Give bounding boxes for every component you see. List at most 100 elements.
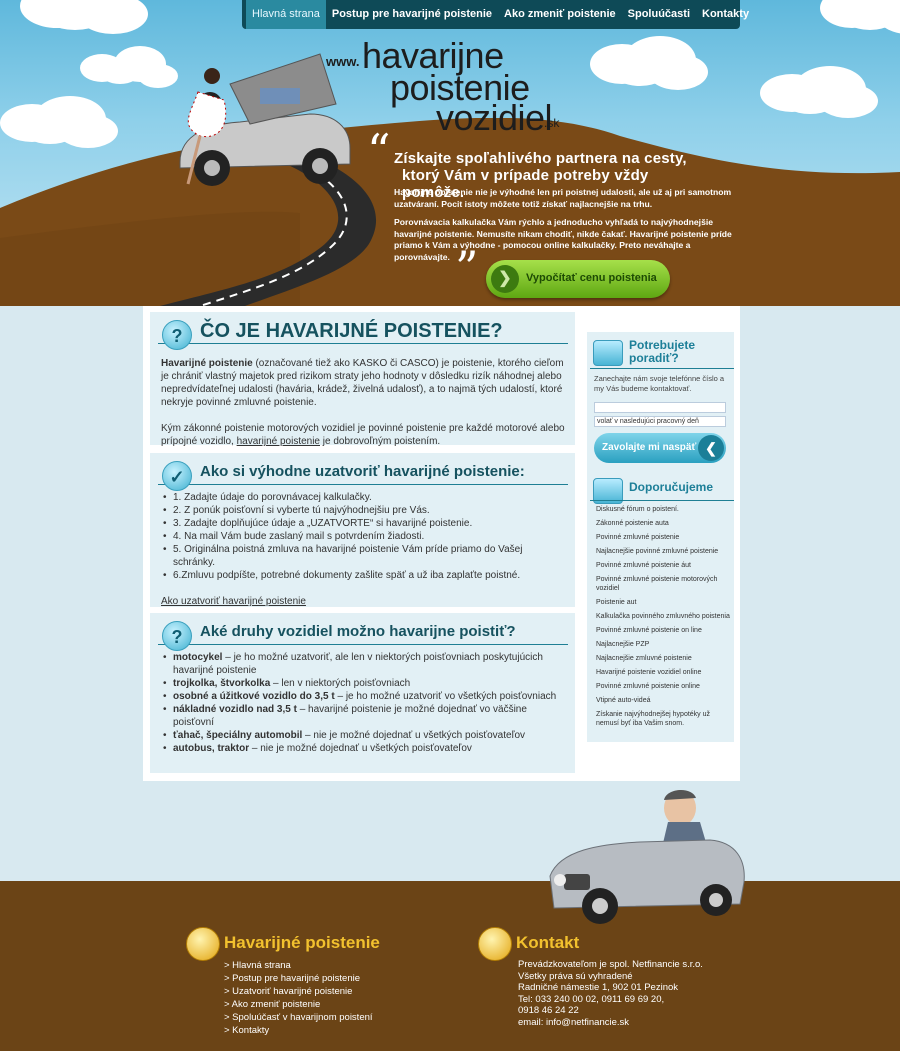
- advice-title-line-2: poradiť?: [629, 351, 679, 365]
- chevron-left-icon: ❮: [698, 435, 724, 461]
- vehicle-type: motocykel: [173, 652, 223, 663]
- recommended-links: Diskusné fórum o poistení. Zákonné poist…: [596, 502, 731, 730]
- cloud: [100, 60, 140, 84]
- recommended-link[interactable]: Povinné zmluvné poistenie: [596, 530, 731, 544]
- recommended-link[interactable]: Povinné zmluvné poistenie on line: [596, 623, 731, 637]
- recommended-link[interactable]: Najlacnejšie PZP: [596, 637, 731, 651]
- how-to-link-wrap: Ako uzatvoriť havarijné poistenie: [161, 595, 565, 608]
- recommended-link[interactable]: Diskusné fórum o poistení.: [596, 502, 731, 516]
- vehicle-type: nákladné vozidlo nad 3,5 t: [173, 704, 297, 715]
- call-time-value: volať v nasledujúci pracovný deň: [597, 418, 699, 425]
- footer-title-insurance: Havarijné poistenie: [224, 933, 380, 952]
- pencil-icon: [186, 927, 220, 961]
- contact-line: Tel: 033 240 00 02, 0911 69 69 20,: [518, 993, 665, 1005]
- section-title: Aké druhy vozidiel možno havarijne poist…: [200, 623, 516, 640]
- what-is-insurance-section: ? ČO JE HAVARIJNÉ POISTENIE? Havarijné p…: [150, 312, 575, 447]
- recommended-link[interactable]: Najlacnejšie povinné zmluvné poistenie: [596, 544, 731, 558]
- law-paragraph: Kým zákonné poistenie motorových vozidie…: [161, 422, 565, 448]
- vehicle-note: – len v niektorých poisťovniach: [270, 678, 411, 689]
- list-item: 4. Na mail Vám bude zaslaný mail s potvr…: [161, 530, 565, 543]
- recommended-link[interactable]: Kalkulačka povinného zmluvného poistenia: [596, 609, 731, 623]
- section-body: motocykel – je ho možné uzatvoriť, ale l…: [161, 651, 565, 755]
- section-body: Havarijné poistenie (označované tiež ako…: [161, 357, 565, 461]
- contact-line: Všetky práva sú vyhradené: [518, 970, 633, 982]
- nav-item-home[interactable]: Hlavná strana: [246, 0, 326, 29]
- main-content: ? ČO JE HAVARIJNÉ POISTENIE? Havarijné p…: [143, 306, 740, 781]
- cloud: [780, 80, 840, 114]
- recommend-title: Doporučujeme: [629, 480, 714, 494]
- list-item: ťahač, špeciálny automobil – nie je možn…: [161, 729, 565, 742]
- logo-tld: .sk: [544, 116, 560, 130]
- footer-title-contact: Kontakt: [516, 933, 580, 952]
- phone-input[interactable]: [594, 402, 726, 413]
- footer-link-contacts[interactable]: > Kontakty: [224, 1024, 373, 1037]
- calculate-price-label: Vypočítať cenu poistenia: [526, 272, 657, 284]
- list-item: osobné a úžitkové vozidlo do 3,5 t – je …: [161, 690, 565, 703]
- list-item: 1. Zadajte údaje do porovnávacej kalkula…: [161, 491, 565, 504]
- havarijne-poistenie-link[interactable]: havarijné poistenie: [237, 436, 320, 447]
- calculate-price-button[interactable]: ❯ Vypočítať cenu poistenia: [486, 260, 670, 298]
- footer-link-home[interactable]: > Hlavná strana: [224, 959, 373, 972]
- nav-item-procedure[interactable]: Postup pre havarijné poistenie: [326, 0, 498, 29]
- recommended-link[interactable]: Havarijné poistenie vozidiel online: [596, 665, 731, 679]
- question-mark-icon: ?: [162, 320, 192, 350]
- how-to-insure-link[interactable]: Ako uzatvoriť havarijné poistenie: [161, 596, 306, 607]
- contact-line: Prevádzkovateľom je spol. Netfinancie s.…: [518, 959, 703, 970]
- hero-tagline-line-1: Získajte spoľahlivého partnera na cesty,: [394, 150, 687, 167]
- recommended-link[interactable]: Poistenie aut: [596, 595, 731, 609]
- cloud: [40, 0, 110, 30]
- list-item: 3. Zadajte doplňujúce údaje a „UZATVORTE…: [161, 517, 565, 530]
- footer-link-change[interactable]: > Ako zmeniť poistenie: [224, 998, 373, 1011]
- footer: Havarijné poistenie > Hlavná strana > Po…: [0, 881, 900, 1051]
- cloud: [840, 0, 900, 30]
- section-title: ČO JE HAVARIJNÉ POISTENIE?: [200, 320, 503, 342]
- vehicle-note: – je ho možné uzatvoriť vo všetkých pois…: [334, 691, 557, 702]
- section-title: Ako si výhodne uzatvoriť havarijné poist…: [200, 463, 525, 480]
- steps-list: 1. Zadajte údaje do porovnávacej kalkula…: [161, 491, 565, 582]
- divider: [590, 500, 734, 501]
- recommended-link[interactable]: Vtipné auto-videá: [596, 693, 731, 707]
- hero-paragraph-2: Porovnávacia kalkulačka Vám rýchlo a jed…: [394, 217, 732, 262]
- nav-item-contacts[interactable]: Kontakty: [696, 0, 755, 29]
- list-item: trojkolka, štvorkolka – len v niektorých…: [161, 677, 565, 690]
- section-header: ? Aké druhy vozidiel možno havarijne poi…: [158, 619, 568, 651]
- footer-link-deductible[interactable]: > Spoluúčasť v havarijnom poistení: [224, 1011, 373, 1024]
- vehicle-note: – nie je možné dojednať u všetkých poisť…: [302, 730, 526, 741]
- contact-info: Prevádzkovateľom je spol. Netfinancie s.…: [518, 959, 718, 1028]
- footer-link-insure[interactable]: > Uzatvoriť havarijné poistenie: [224, 985, 373, 998]
- checkmark-icon: ✓: [162, 461, 192, 491]
- calculator-icon: [593, 340, 623, 366]
- recommended-link[interactable]: Najlacnejšie zmluvné poistenie: [596, 651, 731, 665]
- law-text-b: je dobrovoľným poistením.: [320, 436, 441, 447]
- list-item: nákladné vozidlo nad 3,5 t – havarijné p…: [161, 703, 565, 729]
- list-item: 6.Zmluvu podpíšte, potrebné dokumenty za…: [161, 569, 565, 582]
- quote-close-icon: ”: [455, 241, 479, 295]
- hill-illustration: [0, 118, 900, 306]
- recommended-link[interactable]: Získanie najvýhodnejšej hypotéky už nemu…: [596, 707, 731, 730]
- header: Hlavná strana Postup pre havarijné poist…: [0, 0, 900, 306]
- nav-item-change-insurance[interactable]: Ako zmeniť poistenie: [498, 0, 622, 29]
- vehicle-type: ťahač, špeciálny automobil: [173, 730, 303, 741]
- vehicle-type: osobné a úžitkové vozidlo do 3,5 t: [173, 691, 335, 702]
- sidebar: Potrebujete poradiť? Zanechajte nám svoj…: [587, 332, 734, 742]
- recommended-link[interactable]: Povinné zmluvné poistenie motorových voz…: [596, 572, 731, 595]
- footer-link-procedure[interactable]: > Postup pre havarijné poistenie: [224, 972, 373, 985]
- vehicle-note: – je ho možné uzatvoriť, ale len v niekt…: [173, 652, 543, 676]
- pencil-icon: [478, 927, 512, 961]
- vehicle-types-list: motocykel – je ho možné uzatvoriť, ale l…: [161, 651, 565, 755]
- vehicle-type: autobus, traktor: [173, 743, 250, 754]
- recommended-link[interactable]: Povinné zmluvné poistenie áut: [596, 558, 731, 572]
- intro-bold-term: Havarijné poistenie: [161, 358, 253, 369]
- list-item: 5. Originálna poistná zmluva na havarijn…: [161, 543, 565, 569]
- contact-line: Radničné námestie 1, 902 01 Pezinok: [518, 982, 679, 993]
- nav-item-deductibles[interactable]: Spoluúčasti: [622, 0, 696, 29]
- cloud: [610, 50, 670, 86]
- recommended-link[interactable]: Povinné zmluvné poistenie online: [596, 679, 731, 693]
- list-item: 2. Z ponúk poisťovní si vyberte tú najvý…: [161, 504, 565, 517]
- hero-paragraph-1: Havarijné poistenie nie je výhodné len p…: [394, 187, 732, 209]
- call-me-back-button[interactable]: Zavolajte mi naspäť ❮: [594, 433, 726, 463]
- call-time-select[interactable]: volať v nasledujúci pracovný deň: [594, 416, 726, 427]
- list-item: autobus, traktor – nie je možné dojednať…: [161, 742, 565, 755]
- section-body: 1. Zadajte údaje do porovnávacej kalkula…: [161, 491, 565, 608]
- recommended-link[interactable]: Zákonné poistenie auta: [596, 516, 731, 530]
